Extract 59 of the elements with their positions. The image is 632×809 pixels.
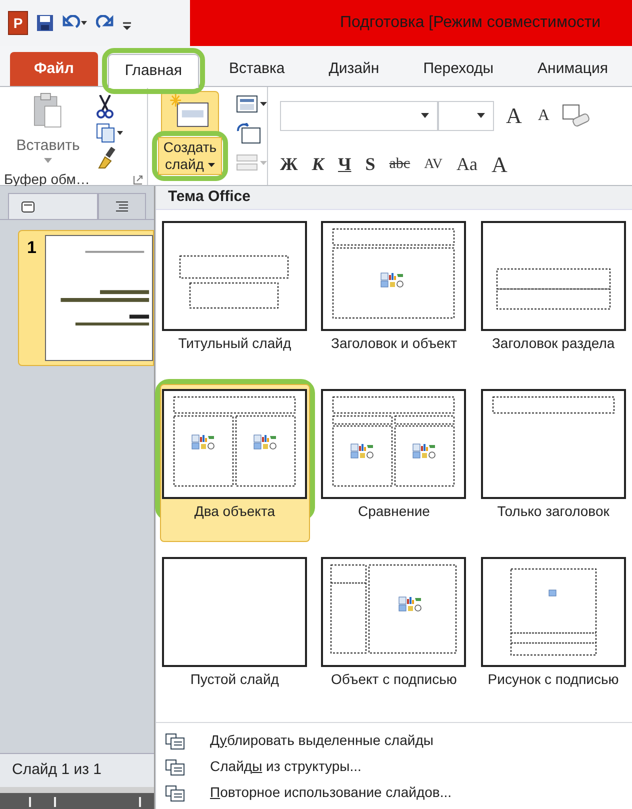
format-button[interactable]: AV (424, 154, 443, 175)
redo-icon[interactable] (96, 15, 114, 31)
format-button[interactable]: Ч (338, 151, 352, 178)
new-slide-button[interactable]: Создать слайд (158, 137, 222, 175)
format-button[interactable]: Aa (456, 151, 478, 178)
layout-option[interactable]: Пустой слайд (160, 552, 310, 710)
ribbon-tab[interactable]: Файл (10, 52, 98, 86)
menu-item[interactable]: Слайды из структуры... (156, 753, 632, 779)
gallery-header: Тема Office (168, 187, 250, 208)
dialog-launcher-icon[interactable] (133, 174, 143, 184)
brush-icon[interactable] (96, 147, 118, 169)
layout-option[interactable]: Объект с подписью (319, 552, 469, 710)
layout-icon[interactable] (236, 95, 268, 115)
layout-option[interactable]: Заголовок раздела (478, 216, 628, 374)
slide-number: 1 (26, 237, 38, 259)
font-size-field[interactable] (438, 100, 494, 130)
caret-icon (44, 158, 52, 162)
copy-icon[interactable] (96, 123, 124, 143)
group-label: Буфер обм… (4, 170, 90, 189)
format-button[interactable]: Ж (280, 151, 298, 178)
undo-icon[interactable] (62, 15, 88, 31)
slides-tab[interactable] (8, 193, 98, 219)
layout-option[interactable]: Два объекта (160, 384, 310, 542)
eraser-icon[interactable] (561, 104, 592, 128)
new-slide-top[interactable] (161, 91, 219, 133)
reset-icon[interactable] (236, 123, 262, 145)
layout-option[interactable]: Рисунок с подписью (478, 552, 628, 710)
slide-icon (21, 200, 35, 212)
menu-item[interactable]: Повторное использование слайдов... (156, 779, 632, 805)
ribbon-tab[interactable]: Дизайн (308, 52, 400, 86)
caret-icon (208, 162, 215, 166)
ribbon-tab[interactable]: Переходы (403, 52, 514, 86)
slide-thumbnail-row[interactable]: 1 (18, 230, 154, 366)
new-slide-icon (170, 94, 210, 130)
ribbon-tab[interactable]: Вставка (209, 52, 305, 86)
format-button[interactable]: abc (389, 153, 410, 176)
caret-icon (477, 113, 485, 118)
layout-option[interactable]: Сравнение (319, 384, 469, 542)
outline-icon (114, 200, 129, 212)
window-title: Подготовка [Режим совместимости (340, 13, 601, 33)
scissors-icon[interactable] (96, 95, 114, 119)
status-text: Слайд 1 из 1 (12, 760, 102, 780)
caret-icon (421, 113, 429, 118)
layout-option[interactable]: Титульный слайд (160, 216, 310, 374)
ribbon-tab[interactable]: Анимация (518, 52, 628, 86)
layout-option[interactable]: Только заголовок (478, 384, 628, 542)
ribbon-tab[interactable]: Главная (108, 54, 199, 88)
layout-option[interactable]: Заголовок и объект (319, 216, 469, 374)
shrink-font-button[interactable]: A (534, 104, 554, 128)
app-logo[interactable]: P (8, 11, 28, 35)
paste-button[interactable]: Вставить (12, 91, 84, 169)
menu-item[interactable]: Дублировать выделенные слайды (156, 727, 632, 753)
format-button[interactable]: К (312, 151, 324, 178)
save-icon[interactable] (36, 14, 54, 32)
format-button[interactable]: A (492, 148, 508, 181)
font-name-field[interactable] (280, 100, 438, 130)
format-button[interactable]: S (365, 151, 376, 178)
outline-tab[interactable] (98, 193, 146, 219)
grow-font-button[interactable]: A (502, 99, 526, 132)
